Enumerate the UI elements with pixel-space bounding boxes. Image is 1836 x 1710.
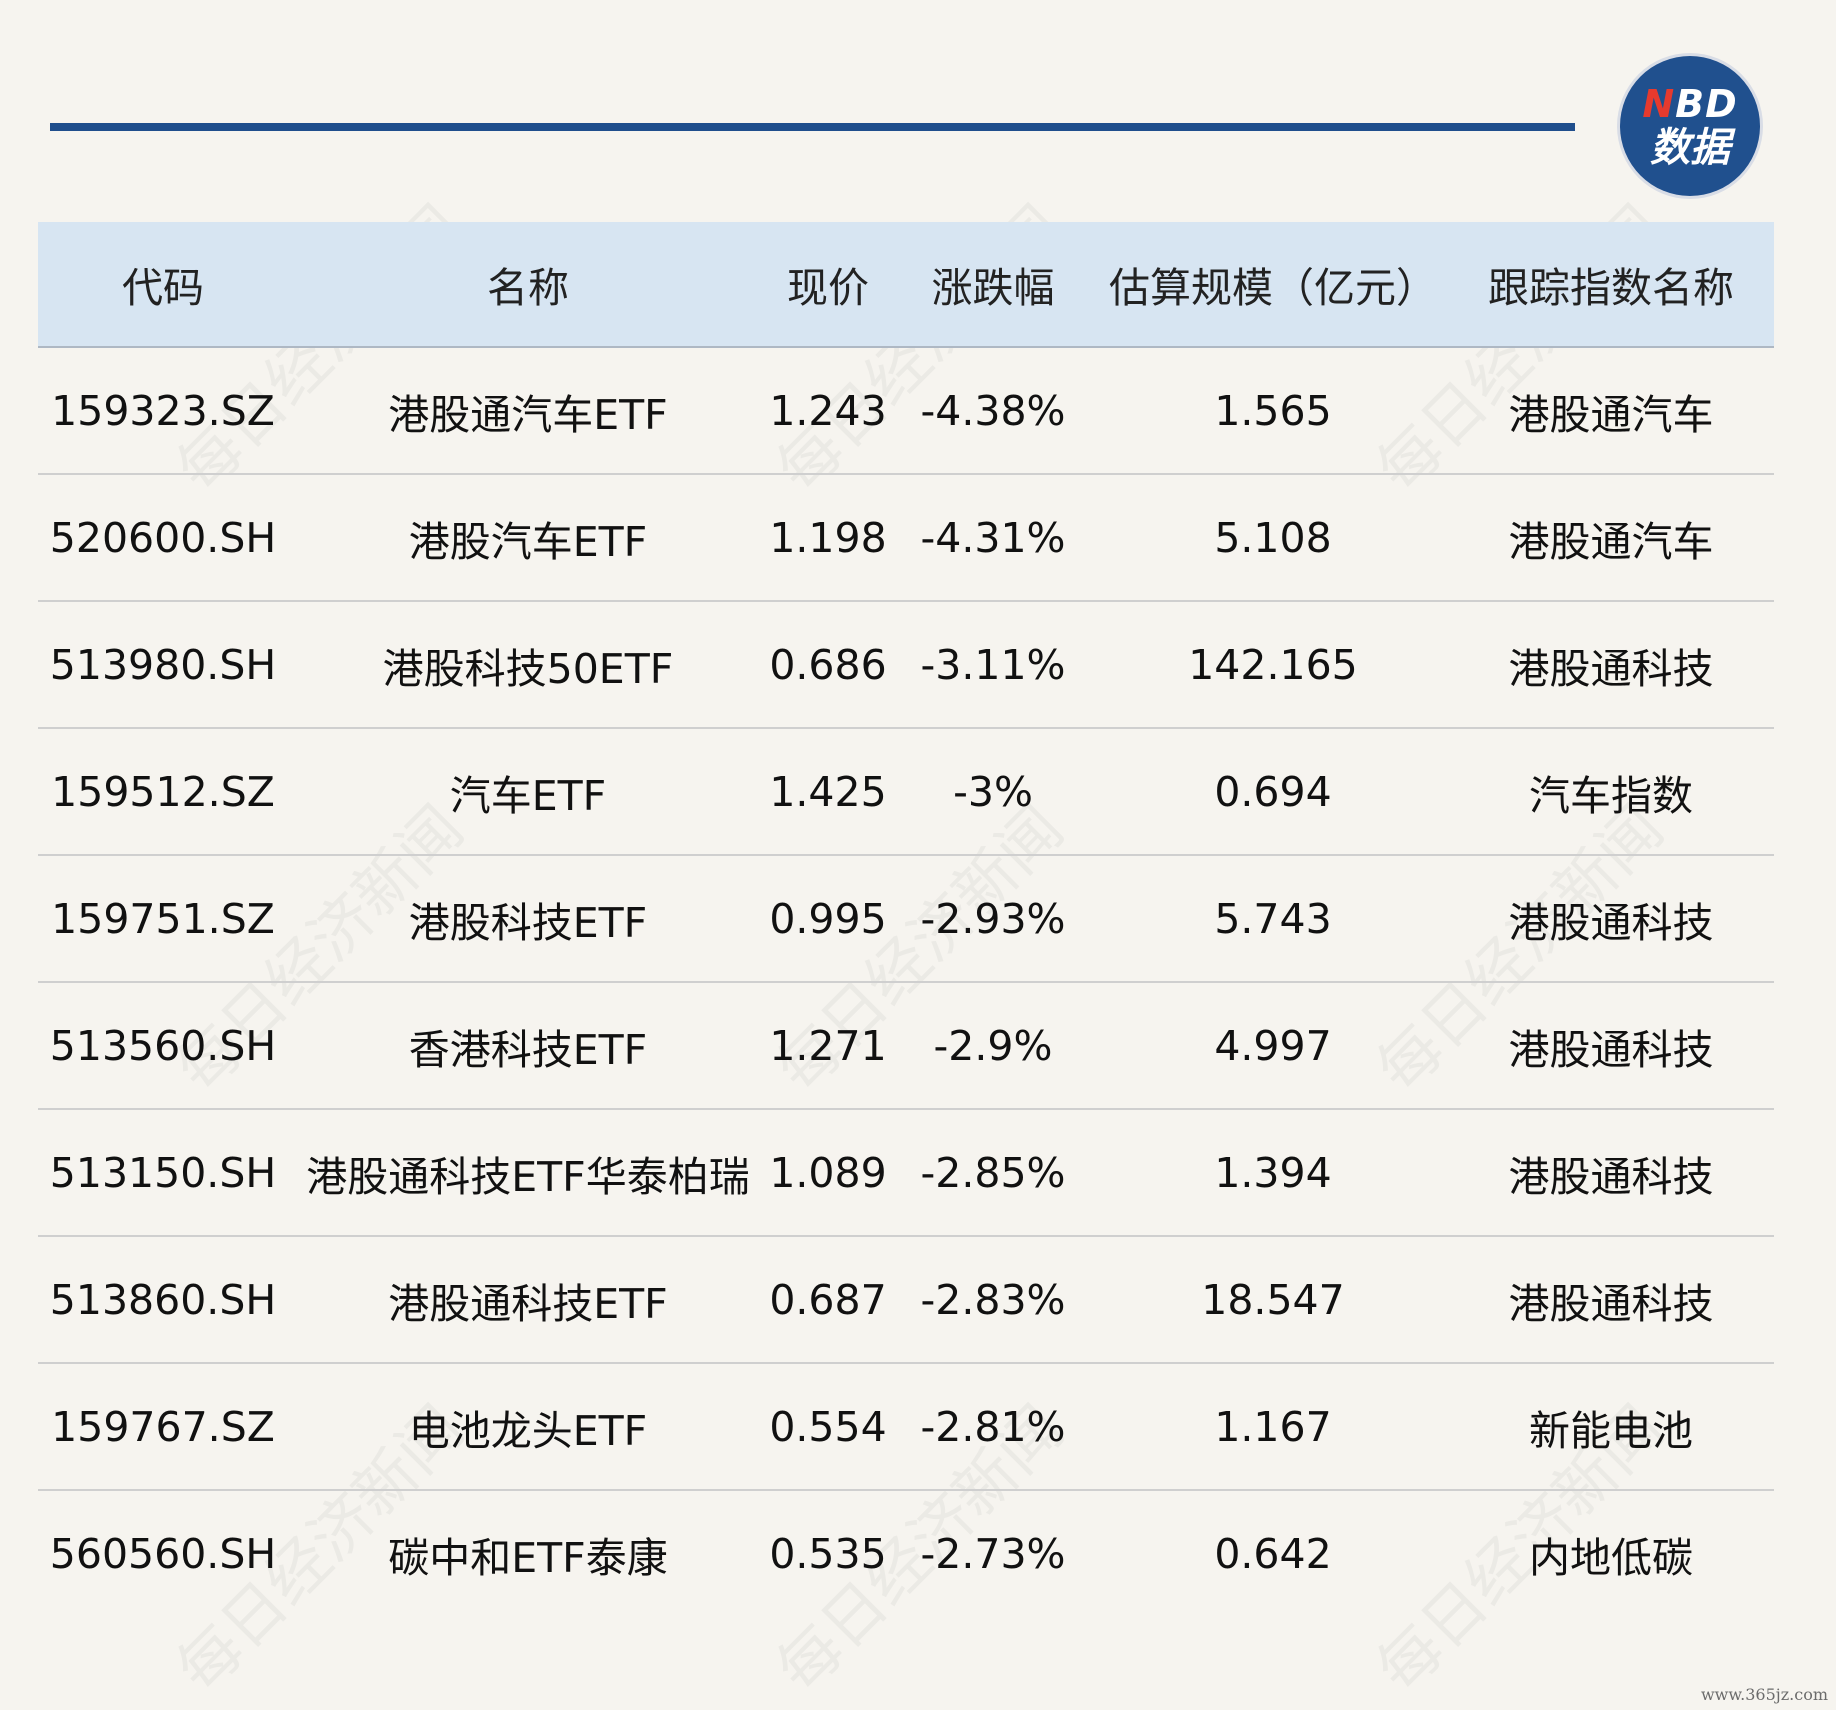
cell-scale: 1.565 <box>1214 386 1332 435</box>
cell-code: 513150.SH <box>49 1148 277 1197</box>
cell-price: 1.198 <box>769 513 887 562</box>
cell-code: 159323.SZ <box>51 386 275 435</box>
cell-code: 560560.SH <box>49 1529 277 1578</box>
logo-text-bottom: 数据 <box>1650 125 1730 171</box>
cell-scale: 5.743 <box>1214 894 1332 943</box>
cell-name: 电池龙头ETF <box>408 1406 648 1455</box>
cell-name: 港股通科技ETF <box>388 1279 668 1328</box>
cell-index: 港股通科技 <box>1508 1279 1714 1328</box>
top-divider <box>50 123 1575 131</box>
cell-code: 520600.SH <box>49 513 277 562</box>
site-watermark: www.365jz.com <box>1700 1685 1828 1704</box>
cell-name: 汽车ETF <box>449 771 607 820</box>
cell-name: 港股科技ETF <box>408 898 648 947</box>
cell-index: 港股通汽车 <box>1508 390 1714 439</box>
table-row: 520600.SH 港股汽车ETF 1.198 -4.31% 5.108 港股通… <box>38 475 1774 602</box>
cell-name: 香港科技ETF <box>408 1025 648 1074</box>
cell-scale: 4.997 <box>1214 1021 1332 1070</box>
cell-change: -3% <box>953 767 1033 816</box>
cell-price: 0.687 <box>769 1275 887 1324</box>
table-row: 513560.SH 香港科技ETF 1.271 -2.9% 4.997 港股通科… <box>38 983 1774 1110</box>
cell-name: 碳中和ETF泰康 <box>388 1533 668 1582</box>
cell-index: 新能电池 <box>1529 1406 1693 1455</box>
cell-change: -3.11% <box>920 640 1066 689</box>
header-name: 名称 <box>487 264 569 312</box>
cell-change: -2.93% <box>920 894 1066 943</box>
cell-price: 0.554 <box>769 1402 887 1451</box>
table-header: 代码 名称 现价 涨跌幅 估算规模（亿元） 跟踪指数名称 <box>38 222 1774 348</box>
table-row: 513980.SH 港股科技50ETF 0.686 -3.11% 142.165… <box>38 602 1774 729</box>
cell-code: 159751.SZ <box>51 894 275 943</box>
cell-price: 0.535 <box>769 1529 887 1578</box>
cell-index: 港股通科技 <box>1508 1152 1714 1201</box>
cell-scale: 1.167 <box>1214 1402 1332 1451</box>
cell-price: 1.425 <box>769 767 887 816</box>
header-scale: 估算规模（亿元） <box>1109 264 1437 312</box>
cell-code: 513860.SH <box>49 1275 277 1324</box>
cell-change: -2.85% <box>920 1148 1066 1197</box>
table-row: 159323.SZ 港股通汽车ETF 1.243 -4.38% 1.565 港股… <box>38 348 1774 475</box>
header-index: 跟踪指数名称 <box>1488 264 1734 312</box>
cell-price: 1.089 <box>769 1148 887 1197</box>
table-row: 159767.SZ 电池龙头ETF 0.554 -2.81% 1.167 新能电… <box>38 1364 1774 1491</box>
nbd-logo: NBD 数据 <box>1620 56 1760 196</box>
cell-change: -2.83% <box>920 1275 1066 1324</box>
cell-index: 汽车指数 <box>1529 771 1693 820</box>
cell-index: 港股通科技 <box>1508 898 1714 947</box>
cell-code: 159767.SZ <box>51 1402 275 1451</box>
cell-name: 港股汽车ETF <box>408 517 648 566</box>
logo-text-top: NBD <box>1642 82 1738 126</box>
cell-price: 1.243 <box>769 386 887 435</box>
cell-change: -2.81% <box>920 1402 1066 1451</box>
cell-name: 港股通汽车ETF <box>388 390 668 439</box>
cell-code: 513560.SH <box>49 1021 277 1070</box>
cell-index: 港股通汽车 <box>1508 517 1714 566</box>
cell-change: -2.73% <box>920 1529 1066 1578</box>
cell-change: -4.31% <box>920 513 1066 562</box>
table-row: 513150.SH 港股通科技ETF华泰柏瑞 1.089 -2.85% 1.39… <box>38 1110 1774 1237</box>
cell-price: 0.995 <box>769 894 887 943</box>
table-row: 560560.SH 碳中和ETF泰康 0.535 -2.73% 0.642 内地… <box>38 1491 1774 1616</box>
cell-scale: 0.694 <box>1214 767 1332 816</box>
cell-price: 1.271 <box>769 1021 887 1070</box>
cell-change: -2.9% <box>933 1021 1053 1070</box>
header-change: 涨跌幅 <box>931 264 1055 312</box>
cell-scale: 1.394 <box>1214 1148 1332 1197</box>
cell-index: 港股通科技 <box>1508 644 1714 693</box>
cell-scale: 0.642 <box>1214 1529 1332 1578</box>
cell-code: 513980.SH <box>49 640 277 689</box>
header-price: 现价 <box>787 264 869 312</box>
table-row: 159512.SZ 汽车ETF 1.425 -3% 0.694 汽车指数 <box>38 729 1774 856</box>
cell-scale: 142.165 <box>1188 640 1358 689</box>
etf-table: 代码 名称 现价 涨跌幅 估算规模（亿元） 跟踪指数名称 159323.SZ 港… <box>38 222 1774 1616</box>
cell-scale: 5.108 <box>1214 513 1332 562</box>
header-code: 代码 <box>122 264 204 312</box>
cell-index: 内地低碳 <box>1529 1533 1693 1582</box>
cell-name: 港股通科技ETF华泰柏瑞 <box>306 1152 750 1201</box>
cell-index: 港股通科技 <box>1508 1025 1714 1074</box>
cell-code: 159512.SZ <box>51 767 275 816</box>
cell-name: 港股科技50ETF <box>382 644 674 693</box>
cell-price: 0.686 <box>769 640 887 689</box>
cell-change: -4.38% <box>920 386 1066 435</box>
table-row: 159751.SZ 港股科技ETF 0.995 -2.93% 5.743 港股通… <box>38 856 1774 983</box>
cell-scale: 18.547 <box>1201 1275 1345 1324</box>
table-row: 513860.SH 港股通科技ETF 0.687 -2.83% 18.547 港… <box>38 1237 1774 1364</box>
